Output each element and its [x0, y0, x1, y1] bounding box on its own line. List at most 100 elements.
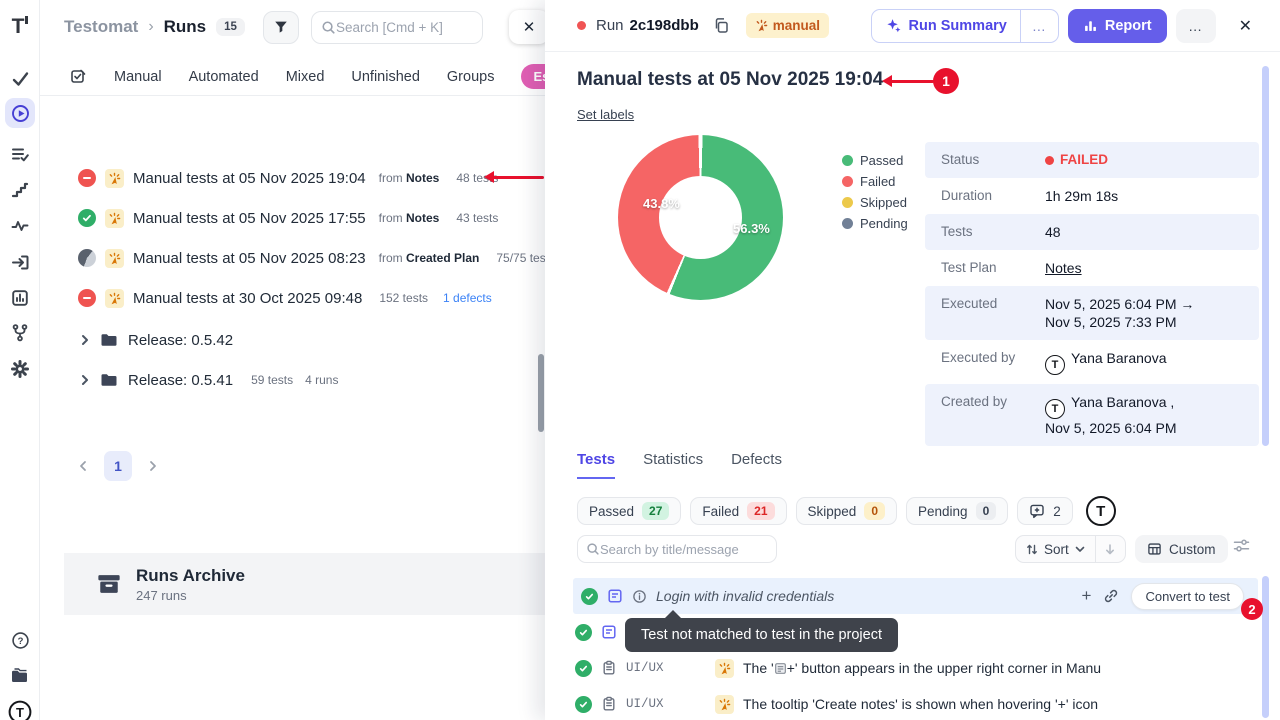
add-icon[interactable]: +: [1082, 586, 1092, 606]
page-number[interactable]: 1: [104, 451, 132, 481]
chevron-right-icon[interactable]: [80, 374, 90, 386]
chip-comments[interactable]: 2: [1017, 497, 1073, 525]
legend-passed[interactable]: Passed: [842, 150, 908, 171]
tests-search-input[interactable]: [600, 542, 765, 557]
import-icon[interactable]: [0, 250, 40, 274]
test-title[interactable]: The '+' button appears in the upper righ…: [743, 660, 1101, 676]
status-passed-icon: [575, 660, 592, 677]
test-plan-link[interactable]: Notes: [1045, 259, 1082, 277]
tests-search-box[interactable]: [577, 535, 777, 563]
display-settings-icon[interactable]: [1233, 538, 1250, 553]
pulse-icon[interactable]: [0, 214, 40, 238]
list-scrollbar[interactable]: [538, 354, 544, 432]
note-icon: [601, 624, 617, 640]
list-check-icon[interactable]: [0, 142, 40, 166]
chip-passed[interactable]: Passed27: [577, 497, 681, 525]
test-title[interactable]: The tooltip 'Create notes' is shown when…: [743, 696, 1098, 712]
status-passed-icon: [575, 624, 592, 641]
test-row[interactable]: UI/UX The tooltip 'Create notes' is show…: [545, 686, 1280, 720]
branch-icon[interactable]: [0, 320, 40, 346]
list-filter-tabs: Manual Automated Mixed Unfinished Groups…: [40, 58, 545, 96]
annotation-badge-1: 1: [933, 68, 959, 94]
chart-box-icon[interactable]: [0, 286, 40, 310]
breadcrumb-section[interactable]: Runs: [164, 17, 207, 37]
more-actions-button[interactable]: …: [1176, 9, 1216, 43]
tab-estimate-badge[interactable]: Estim: [521, 64, 545, 89]
folder-name[interactable]: Release: 0.5.41: [128, 372, 233, 389]
tab-mixed[interactable]: Mixed: [286, 69, 325, 85]
chip-pending[interactable]: Pending0: [906, 497, 1008, 525]
run-title[interactable]: Manual tests at 05 Nov 2025 17:55: [133, 210, 366, 227]
gear-icon[interactable]: [0, 356, 40, 382]
run-defects-link[interactable]: 1 defects: [443, 291, 492, 305]
report-button[interactable]: Report: [1068, 9, 1167, 43]
prev-page-icon[interactable]: [78, 460, 88, 472]
list-search-box[interactable]: [311, 11, 483, 44]
tab-defects[interactable]: Defects: [731, 451, 782, 479]
run-row[interactable]: Manual tests at 05 Nov 2025 19:04 from N…: [40, 158, 545, 198]
status-passed-icon: [581, 588, 598, 605]
executed-by-value: TYana Baranova: [1045, 349, 1166, 375]
run-title[interactable]: Manual tests at 05 Nov 2025 19:04: [133, 170, 366, 187]
detail-scrollbar-top[interactable]: [1262, 66, 1269, 446]
run-row[interactable]: Manual tests at 30 Oct 2025 09:48 152 te…: [40, 278, 545, 318]
release-folder-row[interactable]: Release: 0.5.42: [40, 321, 545, 359]
run-summary-more-button[interactable]: …: [1020, 10, 1058, 42]
run-summary-button[interactable]: Run Summary: [872, 10, 1020, 42]
chip-failed[interactable]: Failed21: [690, 497, 786, 525]
convert-to-test-button[interactable]: Convert to test: [1131, 583, 1244, 610]
test-row[interactable]: Login with invalid credentials + Convert…: [573, 578, 1258, 614]
check-icon[interactable]: [0, 66, 40, 90]
help-icon[interactable]: ?: [0, 628, 40, 652]
manual-run-icon: [105, 289, 124, 308]
detail-scrollbar-bottom[interactable]: [1262, 576, 1269, 718]
custom-view-button[interactable]: Custom: [1135, 535, 1228, 563]
steps-icon[interactable]: [0, 178, 40, 202]
legend-skipped[interactable]: Skipped: [842, 192, 908, 213]
panel-close-button[interactable]: ✕: [509, 10, 545, 44]
copy-run-id-button[interactable]: [713, 17, 730, 34]
list-search-input[interactable]: [336, 20, 466, 35]
test-row[interactable]: UI/UX The '+' button appears in the uppe…: [545, 650, 1280, 686]
folders-icon[interactable]: [0, 664, 40, 688]
user-avatar-icon[interactable]: T: [0, 700, 40, 720]
run-title[interactable]: Manual tests at 05 Nov 2025 08:23: [133, 250, 366, 267]
runs-play-circle-icon[interactable]: [5, 98, 35, 128]
tab-tests[interactable]: Tests: [577, 451, 615, 479]
annotation-badge-2: 2: [1241, 598, 1263, 620]
sort-direction-button[interactable]: [1095, 536, 1125, 562]
folder-name[interactable]: Release: 0.5.42: [128, 332, 233, 349]
runs-list-panel: Testomat › Runs 15 ✕ Manual Automated Mi…: [40, 0, 545, 720]
next-page-icon[interactable]: [148, 460, 158, 472]
legend-pending[interactable]: Pending: [842, 213, 908, 234]
chevron-right-icon[interactable]: [80, 334, 90, 346]
svg-text:T: T: [16, 705, 24, 720]
comment-plus-icon: [1029, 503, 1045, 519]
run-row[interactable]: Manual tests at 05 Nov 2025 08:23 from C…: [40, 238, 545, 278]
testomat-logo-icon[interactable]: T: [0, 12, 40, 42]
release-folder-row[interactable]: Release: 0.5.41 59 tests 4 runs: [40, 361, 545, 399]
tab-groups[interactable]: Groups: [447, 69, 495, 85]
manual-run-icon: [105, 169, 124, 188]
tester-avatar[interactable]: T: [1086, 496, 1116, 526]
set-labels-link[interactable]: Set labels: [577, 107, 634, 122]
breadcrumb-app[interactable]: Testomat: [64, 17, 138, 37]
tab-automated[interactable]: Automated: [189, 69, 259, 85]
test-title[interactable]: Login with invalid credentials: [656, 588, 834, 604]
chip-skipped[interactable]: Skipped0: [796, 497, 897, 525]
filter-button[interactable]: [263, 11, 299, 44]
donut-passed-label: 56.3%: [733, 221, 770, 236]
donut-failed-label: 43.8%: [643, 196, 680, 211]
link-icon[interactable]: [1103, 588, 1119, 604]
runs-archive-banner[interactable]: Runs Archive 247 runs: [64, 553, 545, 615]
run-title[interactable]: Manual tests at 30 Oct 2025 09:48: [133, 290, 362, 307]
note-emoji-icon: [774, 662, 787, 675]
tab-unfinished[interactable]: Unfinished: [351, 69, 420, 85]
legend-failed[interactable]: Failed: [842, 171, 908, 192]
select-runs-icon[interactable]: [70, 68, 87, 85]
detail-close-button[interactable]: ✕: [1233, 12, 1258, 40]
sort-button[interactable]: Sort: [1016, 536, 1095, 562]
tab-manual[interactable]: Manual: [114, 69, 162, 85]
tab-statistics[interactable]: Statistics: [643, 451, 703, 479]
run-row[interactable]: Manual tests at 05 Nov 2025 17:55 from N…: [40, 198, 545, 238]
